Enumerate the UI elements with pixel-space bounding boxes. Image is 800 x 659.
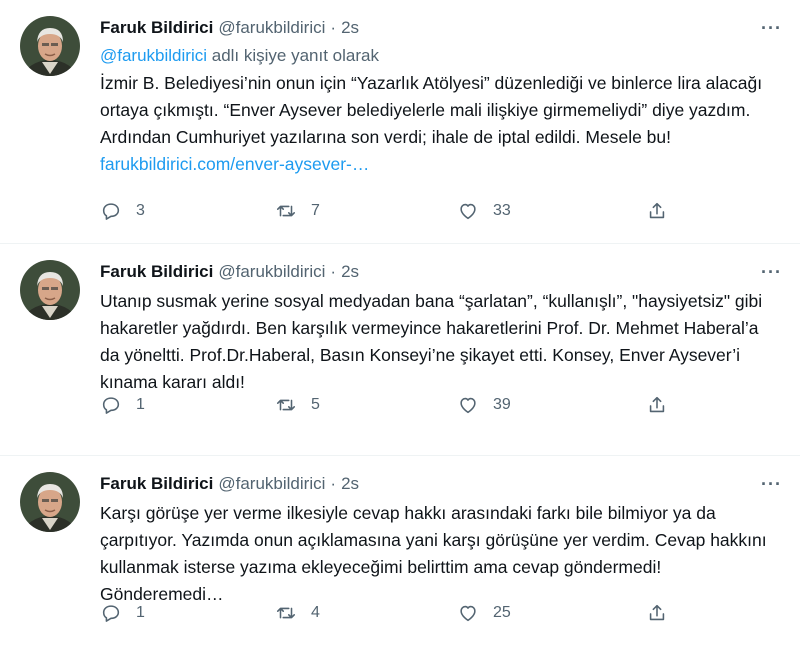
like-count: 33 xyxy=(493,202,511,219)
tweet-text-body: İzmir B. Belediyesi’nin onun için “Yazar… xyxy=(100,73,763,147)
reply-icon xyxy=(102,397,120,414)
retweet-button[interactable]: 4 xyxy=(275,602,320,624)
retweet-button[interactable]: 7 xyxy=(275,200,320,222)
more-options-icon[interactable]: ··· xyxy=(761,262,782,283)
reply-icon xyxy=(102,605,120,622)
tweet[interactable]: Faruk Bildirici @farukbildirici · 2s @fa… xyxy=(0,0,800,244)
timestamp[interactable]: 2s xyxy=(341,474,359,494)
display-name[interactable]: Faruk Bildirici xyxy=(100,474,213,494)
tweet-text: Karşı görüşe yer verme ilkesiyle cevap h… xyxy=(100,503,767,604)
display-name[interactable]: Faruk Bildirici xyxy=(100,262,213,282)
user-handle[interactable]: @farukbildirici xyxy=(218,474,325,494)
like-count: 39 xyxy=(493,396,511,413)
retweet-count: 5 xyxy=(311,396,320,413)
mention-link[interactable]: @farukbildirici xyxy=(100,46,207,65)
retweet-icon xyxy=(276,205,296,217)
reply-button[interactable]: 1 xyxy=(100,602,145,624)
separator-dot: · xyxy=(330,474,337,493)
separator-dot: · xyxy=(330,262,337,281)
reply-context: @farukbildirici adlı kişiye yanıt olarak xyxy=(100,44,784,68)
share-icon xyxy=(649,396,665,413)
reply-button[interactable]: 1 xyxy=(100,394,145,416)
tweet-text: Utanıp susmak yerine sosyal medyadan ban… xyxy=(100,291,763,392)
avatar[interactable] xyxy=(20,472,80,532)
share-button[interactable] xyxy=(646,394,668,416)
retweet-icon xyxy=(276,399,296,411)
tweet-text: İzmir B. Belediyesi’nin onun için “Yazar… xyxy=(100,70,768,178)
reply-count: 1 xyxy=(136,604,145,621)
avatar[interactable] xyxy=(20,16,80,76)
retweet-icon xyxy=(276,607,296,619)
reply-count: 3 xyxy=(136,202,145,219)
user-handle[interactable]: @farukbildirici xyxy=(218,18,325,38)
display-name[interactable]: Faruk Bildirici xyxy=(100,18,213,38)
tweet[interactable]: Faruk Bildirici @farukbildirici · 2s Uta… xyxy=(0,244,800,456)
reply-icon xyxy=(102,203,120,220)
share-button[interactable] xyxy=(646,602,668,624)
reply-count: 1 xyxy=(136,396,145,413)
tweet-link[interactable]: farukbildirici.com/enver-aysever-… xyxy=(100,154,369,174)
more-options-icon[interactable]: ··· xyxy=(761,18,782,39)
share-icon xyxy=(649,202,665,219)
reply-button[interactable]: 3 xyxy=(100,200,145,222)
like-icon xyxy=(460,203,476,220)
share-button[interactable] xyxy=(646,200,668,222)
like-count: 25 xyxy=(493,604,511,621)
like-icon xyxy=(460,397,476,414)
retweet-count: 7 xyxy=(311,202,320,219)
timestamp[interactable]: 2s xyxy=(341,18,359,38)
like-icon xyxy=(460,605,476,622)
avatar[interactable] xyxy=(20,260,80,320)
more-options-icon[interactable]: ··· xyxy=(761,474,782,495)
separator-dot: · xyxy=(330,18,337,37)
tweet-thread: Faruk Bildirici @farukbildirici · 2s @fa… xyxy=(0,0,800,659)
user-handle[interactable]: @farukbildirici xyxy=(218,262,325,282)
reply-context-label: adlı kişiye yanıt olarak xyxy=(207,46,379,65)
retweet-button[interactable]: 5 xyxy=(275,394,320,416)
like-button[interactable]: 33 xyxy=(457,200,511,222)
share-icon xyxy=(649,604,665,621)
retweet-count: 4 xyxy=(311,604,320,621)
like-button[interactable]: 39 xyxy=(457,394,511,416)
like-button[interactable]: 25 xyxy=(457,602,511,624)
timestamp[interactable]: 2s xyxy=(341,262,359,282)
tweet[interactable]: Faruk Bildirici @farukbildirici · 2s Kar… xyxy=(0,456,800,659)
